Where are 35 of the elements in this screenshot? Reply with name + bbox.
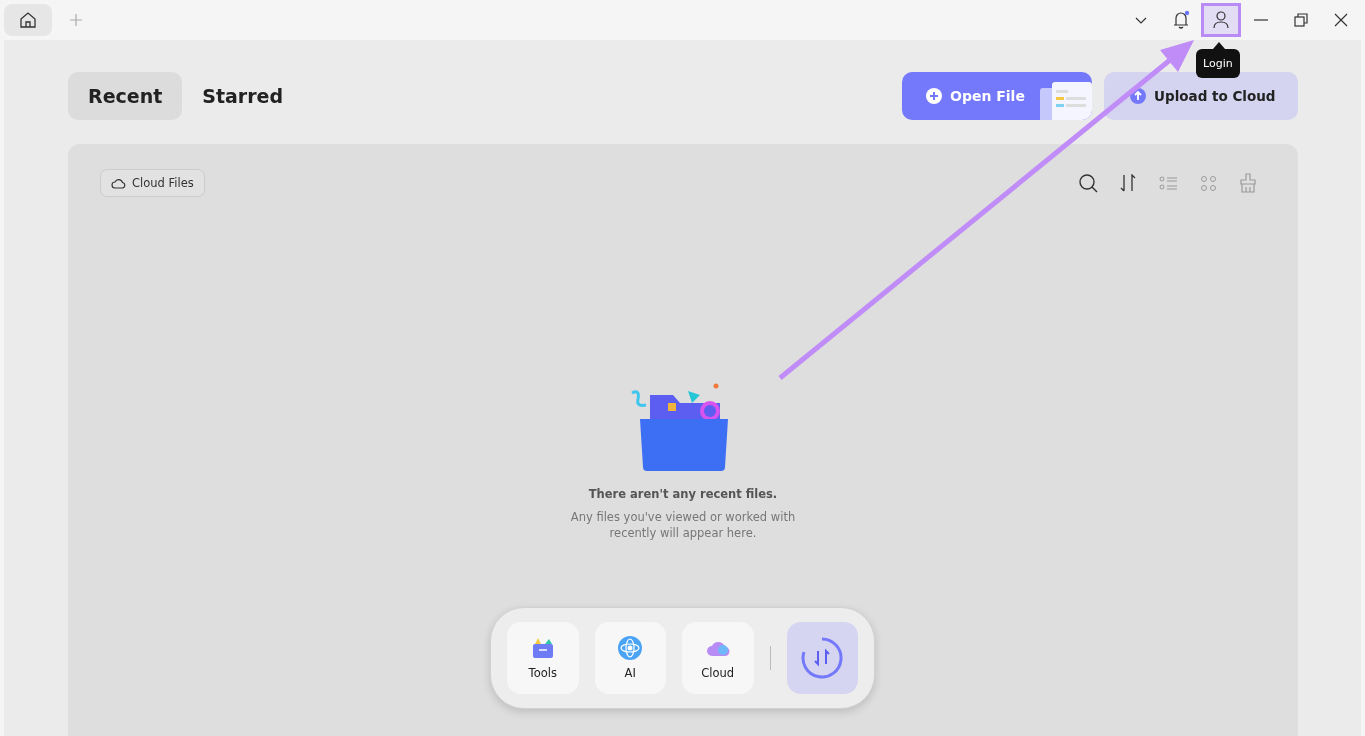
empty-state-message: Any files you've viewed or worked with recently will appear here. [569,509,797,541]
search-icon [1078,173,1098,193]
cloud-icon [111,177,126,189]
search-button[interactable] [1076,171,1100,195]
open-file-button[interactable]: Open File [902,72,1092,120]
account-button[interactable] [1201,3,1241,37]
bell-icon [1172,10,1190,30]
tools-dock-button[interactable]: Tools [507,622,579,694]
empty-state-title: There aren't any recent files. [588,487,778,501]
home-tab[interactable] [4,4,52,36]
plus-circle-icon [926,88,942,104]
user-icon [1213,11,1229,29]
tools-icon [530,636,555,660]
view-tab[interactable]: Starred [182,72,304,120]
plus-icon [69,13,83,27]
cloud-dock-button[interactable]: Cloud [682,622,754,694]
dropdown-icon [1135,16,1147,24]
cloud-files-filter[interactable]: Cloud Files [100,169,205,197]
list-view-icon [1158,175,1178,191]
ai-icon [618,636,643,660]
sync-icon [801,637,844,679]
home-icon [18,10,38,30]
upload-icon [1130,88,1146,104]
documents-icon [1038,80,1092,120]
upload-button[interactable]: Upload to Cloud [1104,72,1298,120]
sync-button[interactable] [786,622,858,694]
close-icon [1334,13,1348,27]
login-tooltip: Login [1196,49,1240,78]
restore-icon [1294,13,1308,27]
minimize-icon [1254,19,1268,21]
ai-dock-button[interactable]: AI [594,622,666,694]
grid-view-icon [1199,174,1217,192]
clear-icon [1239,173,1257,193]
view-tab[interactable]: Recent [68,72,183,120]
sort-icon [1119,174,1137,192]
